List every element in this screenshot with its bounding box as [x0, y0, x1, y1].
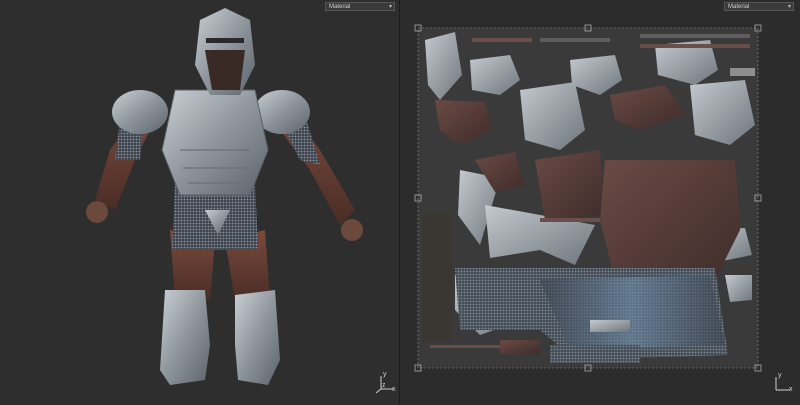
axis-gizmo-3d: y x z [376, 371, 398, 394]
axis-gizmo-uv: y x [772, 372, 796, 394]
character-model [86, 8, 363, 385]
chevron-down-icon: ▾ [787, 4, 791, 10]
uv-editor[interactable]: Material ▾ y x [400, 0, 800, 405]
axis-label-x: x [789, 386, 793, 393]
axis-label-y: y [383, 371, 387, 378]
axis-label-x: x [392, 386, 396, 393]
axis-label-z: z [382, 382, 386, 389]
uv-layout [414, 24, 762, 372]
axis-label-y: y [778, 372, 782, 379]
material-dropdown-3d[interactable]: Material ▾ [325, 2, 395, 11]
material-dropdown-uv[interactable]: Material ▾ [724, 2, 794, 11]
chevron-down-icon: ▾ [388, 4, 392, 10]
viewport-3d[interactable]: Material ▾ y x z [0, 0, 400, 405]
